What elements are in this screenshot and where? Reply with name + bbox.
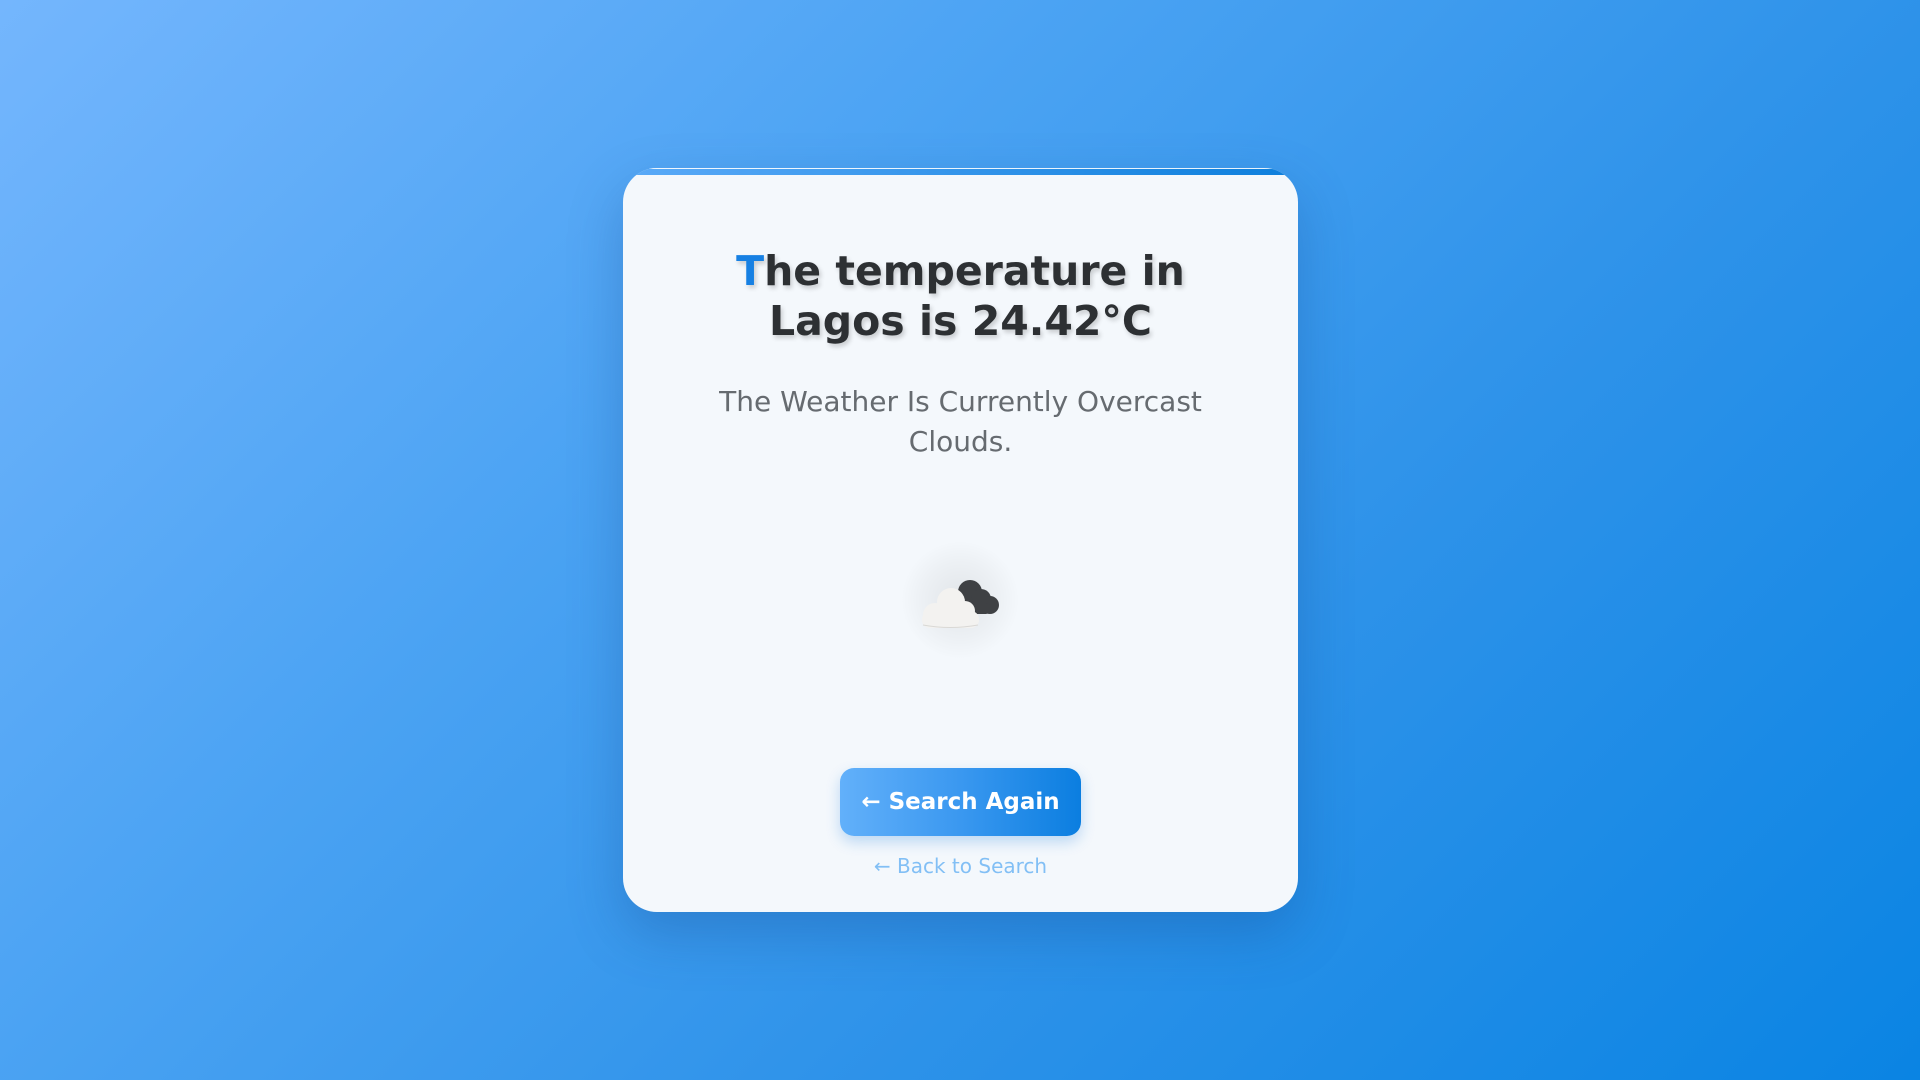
heading-text: he temperature in Lagos is 24.42°C xyxy=(764,247,1185,345)
card-accent-bar xyxy=(623,168,1298,175)
weather-icon-container xyxy=(900,540,1020,660)
arrow-left-icon: ← xyxy=(861,789,881,815)
card-top-highlight xyxy=(637,168,1284,169)
back-to-search-link[interactable]: ← Back to Search xyxy=(623,854,1298,878)
search-again-button[interactable]: ← Search Again xyxy=(840,768,1081,836)
overcast-clouds-icon xyxy=(922,580,999,628)
weather-description: The Weather Is Currently Overcast Clouds… xyxy=(719,385,1202,458)
heading-first-letter: T xyxy=(736,247,765,295)
temperature-heading: The temperature in Lagos is 24.42°C xyxy=(663,246,1258,346)
weather-card: The temperature in Lagos is 24.42°C The … xyxy=(623,168,1298,912)
search-again-label: Search Again xyxy=(888,789,1060,815)
